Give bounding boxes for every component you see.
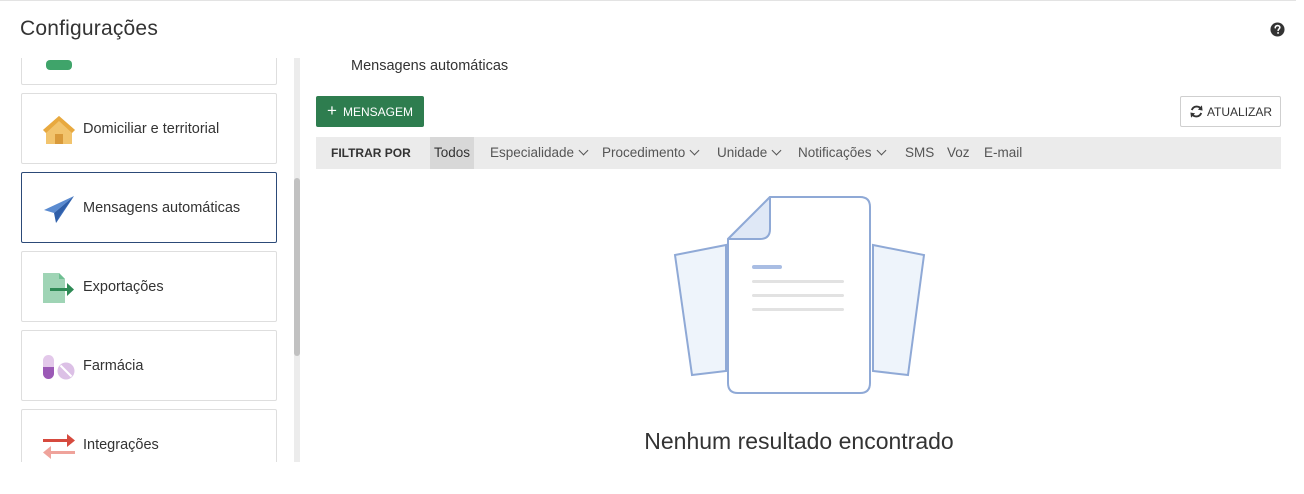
refresh-icon — [1190, 105, 1203, 118]
filter-unidade-label: Unidade — [717, 145, 768, 160]
sidebar-item-label: Exportações — [83, 279, 164, 295]
add-message-button[interactable]: + MENSAGEM — [316, 96, 424, 127]
filter-label: FILTRAR POR — [331, 146, 411, 160]
chevron-down-icon — [876, 145, 886, 156]
house-icon — [43, 116, 75, 144]
empty-state-message: Nenhum resultado encontrado — [644, 428, 954, 454]
top-divider — [0, 0, 1296, 1]
filter-especialidade-label: Especialidade — [490, 145, 575, 160]
sidebar-item-farmacia[interactable]: Farmácia — [21, 330, 277, 401]
sidebar-item-label: Farmácia — [83, 358, 144, 374]
filter-bar: FILTRAR POR Todos Especialidade Procedim… — [316, 137, 1281, 169]
sidebar-item-label: Mensagens automáticas — [83, 200, 241, 216]
chevron-down-icon — [578, 145, 589, 156]
settings-sidebar: Domiciliar e territorial Mensagens autom… — [0, 58, 300, 462]
filter-todos[interactable]: Todos — [430, 137, 475, 169]
filter-procedimento-label: Procedimento — [602, 145, 686, 160]
help-icon[interactable] — [1270, 22, 1285, 37]
sidebar-item-mensagens[interactable]: Mensagens automáticas — [21, 172, 277, 243]
sidebar-scrollbar-thumb[interactable] — [294, 178, 300, 356]
refresh-button[interactable]: ATUALIZAR — [1180, 96, 1281, 127]
filter-voz[interactable]: Voz — [947, 137, 970, 169]
filter-email[interactable]: E-mail — [984, 137, 1022, 169]
chevron-down-icon — [689, 145, 700, 156]
export-file-icon — [43, 273, 74, 303]
sidebar-item-exportacoes[interactable]: Exportações — [21, 251, 277, 322]
page-title: Configurações — [20, 17, 159, 40]
filter-notificacoes[interactable]: Notificações — [798, 137, 886, 169]
chevron-down-icon — [771, 145, 782, 156]
add-message-label: MENSAGEM — [342, 104, 413, 119]
plus-icon: + — [327, 101, 337, 120]
empty-documents-illustration — [673, 196, 926, 394]
green-badge-icon — [46, 60, 72, 70]
filter-sms[interactable]: SMS — [905, 137, 934, 169]
sidebar-item-top[interactable] — [21, 58, 277, 85]
filter-notificacoes-label: Notificações — [798, 145, 872, 160]
filter-unidade[interactable]: Unidade — [717, 137, 782, 169]
sidebar-item-label: Domiciliar e territorial — [83, 121, 220, 137]
paper-plane-icon — [44, 196, 74, 223]
filter-especialidade[interactable]: Especialidade — [490, 137, 589, 169]
sidebar-item-domiciliar[interactable]: Domiciliar e territorial — [21, 93, 277, 164]
section-title: Mensagens automáticas — [351, 58, 509, 74]
filter-procedimento[interactable]: Procedimento — [602, 137, 700, 169]
refresh-label: ATUALIZAR — [1206, 104, 1273, 119]
pills-icon — [43, 355, 75, 380]
